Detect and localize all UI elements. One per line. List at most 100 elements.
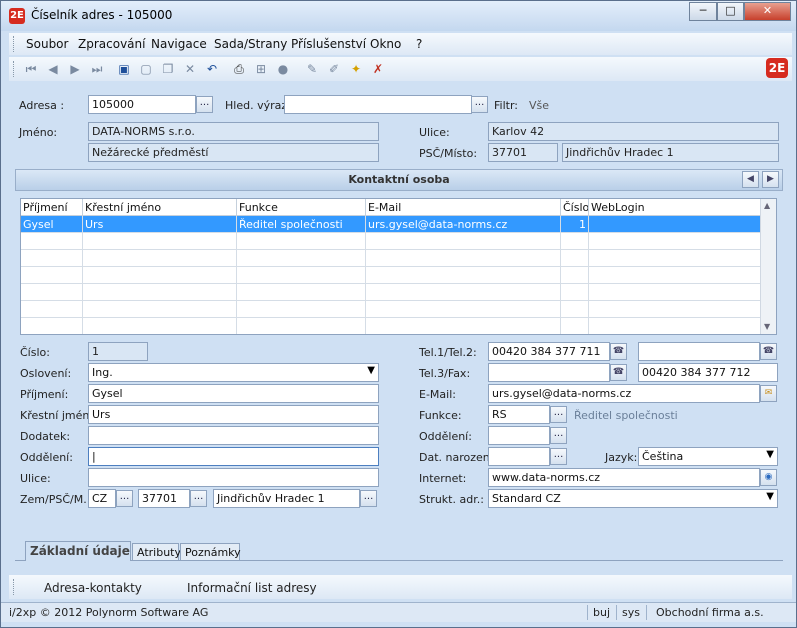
col-header-cislo[interactable]: Číslo bbox=[561, 199, 589, 216]
panel-next-icon[interactable]: ▶ bbox=[762, 171, 779, 188]
title-bar[interactable]: 2E Číselník adres - 105000 ─ □ ✕ bbox=[1, 1, 796, 31]
scroll-down-icon[interactable]: ▼ bbox=[764, 322, 770, 331]
table-row-empty[interactable] bbox=[21, 284, 761, 301]
internet-input[interactable]: www.data-norms.cz bbox=[488, 468, 760, 487]
table-scrollbar[interactable]: ▲ ▼ bbox=[760, 199, 776, 334]
edit-alt-icon[interactable]: ✐ bbox=[326, 61, 342, 77]
tab-poznamky[interactable]: Poznámky bbox=[180, 543, 241, 561]
table-row-empty[interactable] bbox=[21, 301, 761, 318]
strukt-adr-select[interactable]: Standard CZ ▼ bbox=[488, 489, 778, 508]
cislo-field: 1 bbox=[88, 342, 148, 361]
date-picker-button[interactable]: ... bbox=[550, 448, 567, 465]
copy-icon[interactable]: ❐ bbox=[160, 61, 176, 77]
edit-icon[interactable]: ✎ bbox=[304, 61, 320, 77]
stop-icon[interactable]: ● bbox=[275, 61, 291, 77]
last-record-icon[interactable]: ⏭ bbox=[89, 61, 105, 77]
col-header-weblogin[interactable]: WebLogin bbox=[589, 199, 761, 216]
oddeleni-input[interactable]: | bbox=[88, 447, 379, 466]
table-row-empty[interactable] bbox=[21, 318, 761, 334]
open-web-icon[interactable]: ◉ bbox=[760, 469, 777, 486]
tel1-input[interactable]: 00420 384 377 711 bbox=[488, 342, 610, 361]
prijmeni-input[interactable]: Gysel bbox=[88, 384, 379, 403]
col-header-krestni[interactable]: Křestní jméno bbox=[83, 199, 237, 216]
jazyk-select[interactable]: Čeština ▼ bbox=[638, 447, 778, 466]
table-row-empty[interactable] bbox=[21, 267, 761, 284]
status-copyright: i/2xp © 2012 Polynorm Software AG bbox=[9, 606, 209, 619]
prev-record-icon[interactable]: ◀ bbox=[45, 61, 61, 77]
maximize-button[interactable]: □ bbox=[717, 2, 744, 21]
cell-cislo: 1 bbox=[561, 216, 589, 233]
dial-tel1-icon[interactable]: ☎ bbox=[610, 343, 627, 360]
ulice-header-label: Ulice: bbox=[419, 126, 450, 139]
fax-input[interactable]: 00420 384 377 712 bbox=[638, 363, 778, 382]
minimize-button[interactable]: ─ bbox=[689, 2, 717, 21]
funkce-lookup-button[interactable]: ... bbox=[550, 406, 567, 423]
tab-zakladni-udaje[interactable]: Základní údaje bbox=[25, 541, 131, 561]
save-icon[interactable]: ▣ bbox=[116, 61, 132, 77]
psc-lookup-button[interactable]: ... bbox=[190, 490, 207, 507]
clear-filter-icon[interactable]: ✗ bbox=[370, 61, 386, 77]
print-icon[interactable]: ⎙ bbox=[231, 61, 247, 77]
table-row[interactable]: Gysel Urs Ředitel společnosti urs.gysel@… bbox=[21, 216, 761, 233]
contact-panel-header: Kontaktní osoba ◀ ▶ bbox=[15, 169, 783, 191]
dial-tel2-icon[interactable]: ☎ bbox=[760, 343, 777, 360]
contacts-table[interactable]: Příjmení Křestní jméno Funkce E-Mail Čís… bbox=[20, 198, 777, 335]
send-email-icon[interactable]: ✉ bbox=[760, 385, 777, 402]
scroll-up-icon[interactable]: ▲ bbox=[764, 201, 770, 210]
krestni-input[interactable]: Urs bbox=[88, 405, 379, 424]
oddeleni2-lookup-button[interactable]: ... bbox=[550, 427, 567, 444]
menu-grip[interactable] bbox=[13, 36, 15, 52]
undo-icon[interactable]: ↶ bbox=[204, 61, 220, 77]
menu-prislusenstvi[interactable]: Příslušenství bbox=[291, 37, 366, 51]
menu-soubor[interactable]: Soubor bbox=[26, 37, 68, 51]
oddeleni2-input[interactable] bbox=[488, 426, 550, 445]
menu-zpracovani[interactable]: Zpracování bbox=[78, 37, 145, 51]
next-record-icon[interactable]: ▶ bbox=[67, 61, 83, 77]
chevron-down-icon: ▼ bbox=[367, 365, 375, 376]
hled-input[interactable] bbox=[284, 95, 472, 114]
col-header-prijmeni[interactable]: Příjmení bbox=[21, 199, 83, 216]
adresa-kontakty-button[interactable]: Adresa-kontakty bbox=[44, 581, 142, 595]
informacni-list-button[interactable]: Informační list adresy bbox=[187, 581, 317, 595]
toolbar-grip[interactable] bbox=[13, 61, 15, 77]
funkce-input[interactable]: RS bbox=[488, 405, 550, 424]
dat-narozeni-input[interactable] bbox=[488, 447, 550, 466]
tel3-input[interactable] bbox=[488, 363, 610, 382]
col-header-funkce[interactable]: Funkce bbox=[237, 199, 366, 216]
table-row-empty[interactable] bbox=[21, 250, 761, 267]
adresa-lookup-button[interactable]: ... bbox=[196, 96, 213, 113]
filter-icon[interactable]: ✦ bbox=[348, 61, 364, 77]
detail-tabs: Základní údaje Atributy Poznámky bbox=[15, 541, 783, 561]
col-header-email[interactable]: E-Mail bbox=[366, 199, 561, 216]
tel2-input[interactable] bbox=[638, 342, 760, 361]
table-row-empty[interactable] bbox=[21, 233, 761, 250]
misto-lookup-button[interactable]: ... bbox=[360, 490, 377, 507]
menu-help[interactable]: ? bbox=[416, 37, 422, 51]
first-record-icon[interactable]: ⏮ bbox=[23, 61, 39, 77]
jmeno-field-2: Nežárecké předměstí bbox=[88, 143, 379, 162]
menu-okno[interactable]: Okno bbox=[370, 37, 401, 51]
psc-input[interactable]: 37701 bbox=[138, 489, 190, 508]
bottom-grip[interactable] bbox=[13, 579, 15, 595]
menu-navigace[interactable]: Navigace bbox=[151, 37, 207, 51]
filtr-value[interactable]: Vše bbox=[529, 99, 549, 112]
dial-tel3-icon[interactable]: ☎ bbox=[610, 364, 627, 381]
zem-input[interactable]: CZ bbox=[88, 489, 116, 508]
misto-input[interactable]: Jindřichův Hradec 1 bbox=[213, 489, 360, 508]
new-icon[interactable]: ▢ bbox=[138, 61, 154, 77]
email-input[interactable]: urs.gysel@data-norms.cz bbox=[488, 384, 760, 403]
close-button[interactable]: ✕ bbox=[744, 2, 791, 21]
delete-icon[interactable]: ✕ bbox=[182, 61, 198, 77]
panel-prev-icon[interactable]: ◀ bbox=[742, 171, 759, 188]
filtr-label: Filtr: bbox=[494, 99, 518, 112]
osloveni-select[interactable]: Ing. ▼ bbox=[88, 363, 379, 382]
adresa-input[interactable]: 105000 bbox=[88, 95, 196, 114]
tab-atributy[interactable]: Atributy bbox=[132, 543, 181, 561]
dodatek-input[interactable] bbox=[88, 426, 379, 445]
strukt-adr-value: Standard CZ bbox=[492, 492, 561, 505]
ulice-input[interactable] bbox=[88, 468, 379, 487]
menu-sada-strany[interactable]: Sada/Strany bbox=[214, 37, 287, 51]
tree-icon[interactable]: ⊞ bbox=[253, 61, 269, 77]
zem-lookup-button[interactable]: ... bbox=[116, 490, 133, 507]
hled-lookup-button[interactable]: ... bbox=[471, 96, 488, 113]
